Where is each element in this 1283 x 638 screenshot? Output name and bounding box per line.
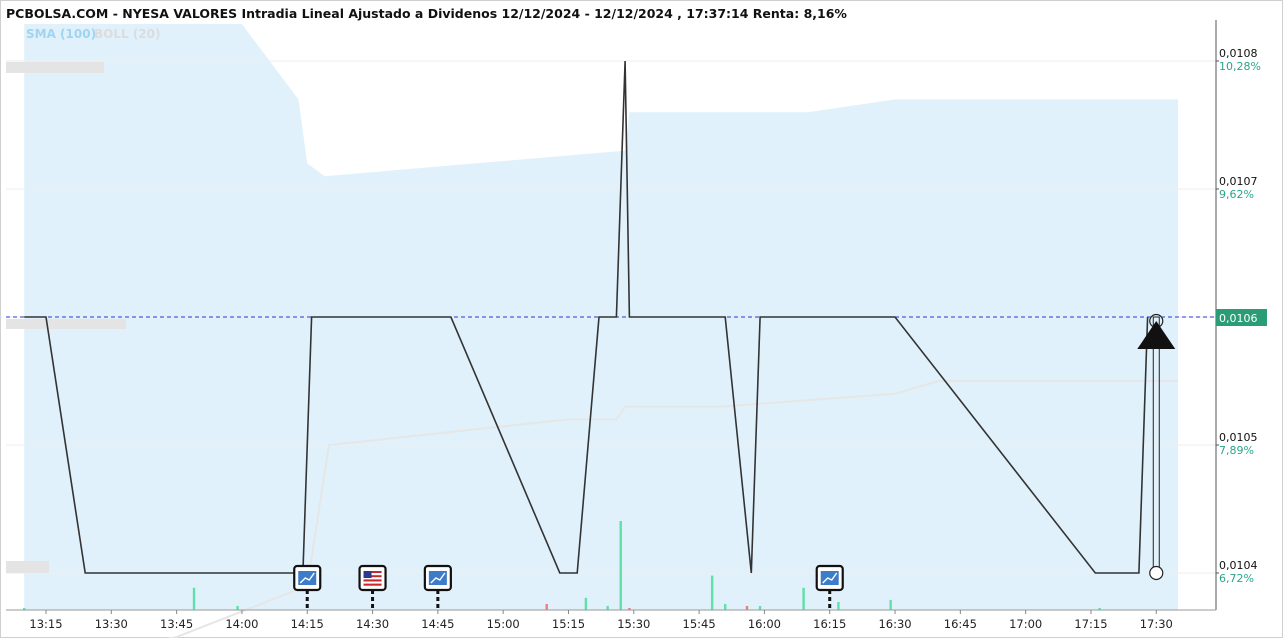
- flag-stripe: [363, 581, 382, 584]
- x-tick-label: 17:30: [1140, 617, 1173, 631]
- x-tick-label: 13:15: [29, 617, 62, 631]
- x-tick-label: 13:45: [160, 617, 193, 631]
- x-tick-label: 14:00: [225, 617, 258, 631]
- news-chart-icon: [293, 564, 322, 592]
- y-tick-label: 0,0107: [1219, 175, 1258, 188]
- flag-stripe: [363, 583, 382, 586]
- us-flag-icon: [358, 564, 387, 592]
- x-tick-label: 15:45: [683, 617, 716, 631]
- x-tick-label: 15:30: [617, 617, 650, 631]
- y-pct-label: 9,62%: [1219, 188, 1254, 201]
- flag-canton: [363, 571, 372, 578]
- legend-boll: BOLL (20): [94, 27, 161, 41]
- y-tick-label: 0,0105: [1219, 431, 1258, 444]
- volume-bar: [889, 599, 892, 610]
- x-tick-label: 17:15: [1074, 617, 1107, 631]
- y-tick-label: 0,0104: [1219, 559, 1258, 572]
- y-pct-label: 7,89%: [1219, 444, 1254, 457]
- legend-sma: SMA (100): [26, 27, 96, 41]
- x-tick-label: 16:15: [813, 617, 846, 631]
- volume-bar: [619, 521, 622, 610]
- x-tick-label: 13:30: [95, 617, 128, 631]
- x-tick-label: 14:30: [356, 617, 389, 631]
- x-tick-label: 16:00: [748, 617, 781, 631]
- y-pct-label: 10,28%: [1219, 60, 1261, 73]
- legend-placeholder: [6, 561, 49, 573]
- volume-bar: [710, 575, 714, 610]
- trade-low-circle: [1149, 565, 1164, 581]
- x-tick-label: 17:00: [1009, 617, 1042, 631]
- volume-bar: [745, 605, 749, 610]
- volume-bar: [545, 603, 548, 610]
- price-chart: 0,010810,28% 0,01079,62% 0,01057,89% 0,0104…: [6, 20, 1267, 638]
- flag-stripe: [363, 579, 382, 582]
- x-tick-label: 14:15: [291, 617, 324, 631]
- legend-placeholder: [6, 62, 104, 73]
- volume-bar: [758, 605, 762, 610]
- news-chart-icon: [815, 564, 844, 592]
- last-price-label: 0,0106: [1219, 312, 1258, 325]
- volume-bar: [192, 587, 196, 610]
- chart-title: PCBOLSA.COM - NYESA VALORES Intradia Lin…: [6, 6, 847, 21]
- y-tick-label: 0,0108: [1219, 47, 1258, 60]
- volume-bar: [837, 601, 840, 610]
- x-tick-label: 16:30: [878, 617, 911, 631]
- x-tick-label: 14:45: [421, 617, 454, 631]
- volume-bar: [236, 605, 239, 610]
- x-tick-label: 15:15: [552, 617, 585, 631]
- volume-bar: [724, 603, 727, 610]
- legend-placeholder: [6, 319, 126, 329]
- news-chart-icon: [423, 564, 452, 592]
- volume-bar: [584, 597, 588, 610]
- x-tick-label: 15:00: [487, 617, 520, 631]
- volume-bar: [606, 605, 609, 610]
- x-tick-label: 16:45: [944, 617, 977, 631]
- volume-bar: [802, 587, 805, 610]
- y-pct-label: 6,72%: [1219, 572, 1254, 585]
